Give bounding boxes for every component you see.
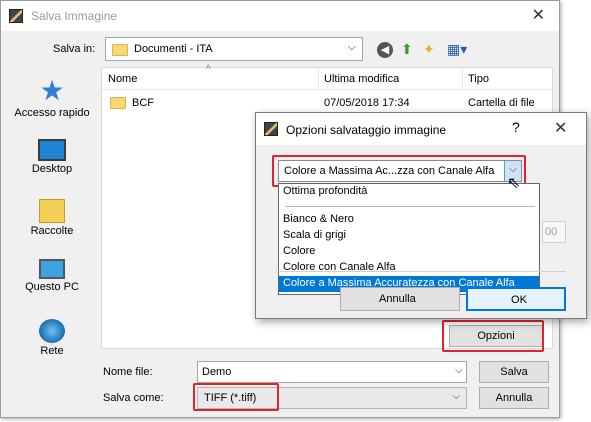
file-modified: 07/05/2018 17:34 — [324, 97, 410, 109]
cancel-button[interactable]: Annulla — [340, 287, 460, 311]
place-desktop[interactable]: Desktop — [7, 139, 97, 175]
folder-icon — [112, 44, 128, 56]
save-button[interactable]: Salva — [479, 361, 549, 383]
place-label: Desktop — [31, 163, 73, 175]
save-in-value: Documenti - ITA — [134, 43, 213, 55]
column-header-name[interactable]: Nome — [108, 73, 137, 85]
list-header: ^ Nome Ultima modifica Tipo — [102, 64, 552, 90]
place-label: Rete — [40, 345, 64, 357]
up-folder-icon[interactable]: ⬆ — [401, 41, 413, 58]
save-as-type-select[interactable]: TIFF (*.tiff) ⌵ — [197, 387, 467, 409]
folder-icon — [110, 97, 126, 109]
place-libraries[interactable]: Raccolte — [7, 199, 97, 237]
save-in-label: Salva in: — [53, 43, 96, 55]
mouse-cursor-icon: ⇖ — [507, 175, 521, 192]
save-as-type-label: Salva come: — [103, 392, 164, 404]
filename-label: Nome file: — [103, 366, 153, 378]
color-depth-select[interactable]: Colore a Massima Ac...zza con Canale Alf… — [278, 160, 522, 182]
place-this-pc[interactable]: Questo PC — [7, 259, 97, 293]
view-menu-icon[interactable]: ▦▾ — [447, 41, 467, 58]
chevron-down-icon[interactable]: ⌵ — [452, 391, 460, 402]
cancel-button[interactable]: Annulla — [479, 387, 549, 409]
chevron-down-icon[interactable]: ⌵ — [455, 365, 463, 376]
libraries-icon — [39, 199, 65, 223]
dropdown-option[interactable]: Colore — [279, 244, 539, 260]
place-quick-access[interactable]: ★ Accesso rapido — [7, 75, 97, 120]
desktop-icon — [38, 139, 66, 161]
color-depth-value: Colore a Massima Ac...zza con Canale Alf… — [284, 165, 495, 177]
app-logo-icon — [264, 122, 278, 136]
list-item[interactable]: BCF 07/05/2018 17:34 Cartella di file — [102, 94, 552, 114]
place-label: Questo PC — [25, 281, 79, 293]
dropdown-separator — [285, 206, 535, 207]
dropdown-option[interactable]: Colore con Canale Alfa — [279, 260, 539, 276]
sort-ascending-icon: ^ — [206, 64, 211, 75]
close-icon[interactable]: ✕ — [554, 118, 567, 138]
title-bar: Opzioni salvataggio immagine ? ✕ — [256, 113, 586, 145]
column-header-type[interactable]: Tipo — [468, 73, 489, 85]
color-depth-dropdown-list[interactable]: Ottima profondità Bianco & Nero Scala di… — [278, 183, 540, 295]
place-network[interactable]: Rete — [7, 319, 97, 357]
file-type: Cartella di file — [468, 97, 535, 109]
computer-icon — [39, 259, 65, 279]
file-name: BCF — [132, 97, 154, 109]
star-icon: ★ — [39, 75, 65, 106]
options-button[interactable]: Opzioni — [449, 325, 543, 347]
divider — [276, 271, 566, 272]
image-save-options-dialog: Opzioni salvataggio immagine ? ✕ Colore … — [255, 112, 587, 319]
chevron-down-icon[interactable]: ⌵ — [348, 41, 356, 54]
new-folder-icon[interactable]: ✦ — [423, 41, 435, 58]
save-as-type-value: TIFF (*.tiff) — [204, 392, 257, 404]
help-icon[interactable]: ? — [512, 119, 520, 135]
app-logo-icon — [9, 9, 23, 23]
save-in-dropdown[interactable]: Documenti - ITA ⌵ — [105, 37, 363, 61]
places-bar: ★ Accesso rapido Desktop Raccolte Questo… — [7, 67, 97, 358]
place-label: Accesso rapido — [14, 107, 90, 119]
resolution-field[interactable]: 00 — [542, 221, 566, 243]
dialog-title: Opzioni salvataggio immagine — [286, 123, 447, 137]
dropdown-option[interactable]: Bianco & Nero — [279, 212, 539, 228]
dialog-title: Salva Immagine — [31, 9, 118, 23]
network-icon — [39, 319, 65, 343]
title-bar: Salva Immagine ✕ — [1, 1, 559, 31]
ok-button[interactable]: OK — [466, 287, 566, 311]
close-icon[interactable]: ✕ — [532, 5, 545, 25]
place-label: Raccolte — [30, 225, 74, 237]
dropdown-option[interactable]: Ottima profondità — [279, 184, 539, 200]
dropdown-option[interactable]: Scala di grigi — [279, 228, 539, 244]
column-header-modified[interactable]: Ultima modifica — [324, 73, 399, 85]
back-icon[interactable]: ◀ — [377, 42, 393, 58]
filename-input[interactable] — [197, 361, 467, 383]
